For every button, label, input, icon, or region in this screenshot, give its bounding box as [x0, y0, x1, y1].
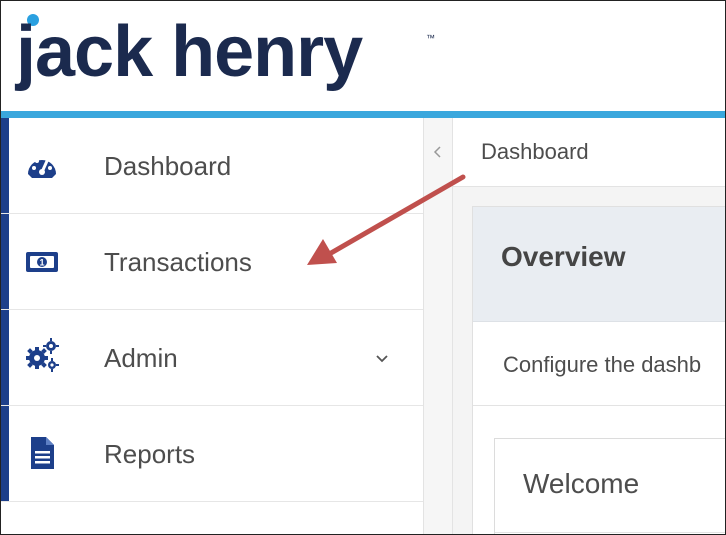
sidebar-item-label: Admin [104, 343, 178, 373]
brand-header: jack henry ™ [1, 1, 725, 111]
admin-gears-icon [26, 338, 59, 372]
sidebar-item-transactions[interactable]: 1 Transactions [1, 214, 423, 310]
sidebar-item-dashboard[interactable]: Dashboard [1, 118, 423, 214]
overview-header: Overview [473, 207, 725, 322]
sidebar-item-label: Reports [104, 439, 196, 469]
svg-text:1: 1 [39, 258, 44, 268]
sidebar-item-label: Transactions [104, 247, 252, 277]
sidebar-item-admin[interactable]: Admin [1, 310, 423, 406]
divider [473, 405, 725, 406]
active-accent-bar [1, 406, 9, 501]
active-accent-bar [1, 214, 9, 309]
sidebar-item-reports[interactable]: Reports [1, 406, 423, 502]
reports-document-icon [31, 437, 54, 469]
main-content: Dashboard Overview Configure the dashb W… [453, 118, 725, 534]
divider [495, 532, 725, 533]
transactions-money-icon: 1 [26, 252, 58, 272]
overview-panel: Overview Configure the dashb Welcome [472, 206, 725, 534]
sidebar-collapse-toggle[interactable] [424, 118, 453, 534]
chevron-left-icon[interactable] [433, 145, 443, 159]
breadcrumb[interactable]: Dashboard [481, 139, 589, 165]
welcome-card: Welcome [494, 438, 725, 534]
overview-title: Overview [501, 241, 626, 272]
dashboard-gauge-icon [28, 156, 56, 178]
active-accent-bar [1, 118, 9, 213]
screenshot-frame: jack henry ™ Dashboard 1 Transactions Ad… [0, 0, 726, 535]
breadcrumb-bar: Dashboard [453, 118, 725, 187]
header-accent-rule [1, 111, 725, 118]
sidebar-nav: Dashboard 1 Transactions Admin Reports [1, 118, 424, 534]
welcome-title: Welcome [523, 468, 640, 499]
sidebar-item-label: Dashboard [104, 151, 232, 181]
active-accent-bar [1, 310, 9, 405]
trademark-mark: ™ [426, 33, 435, 43]
jack-henry-logo: jack henry [16, 12, 363, 92]
overview-description: Configure the dashb [503, 352, 702, 377]
chevron-down-icon[interactable] [373, 353, 391, 365]
